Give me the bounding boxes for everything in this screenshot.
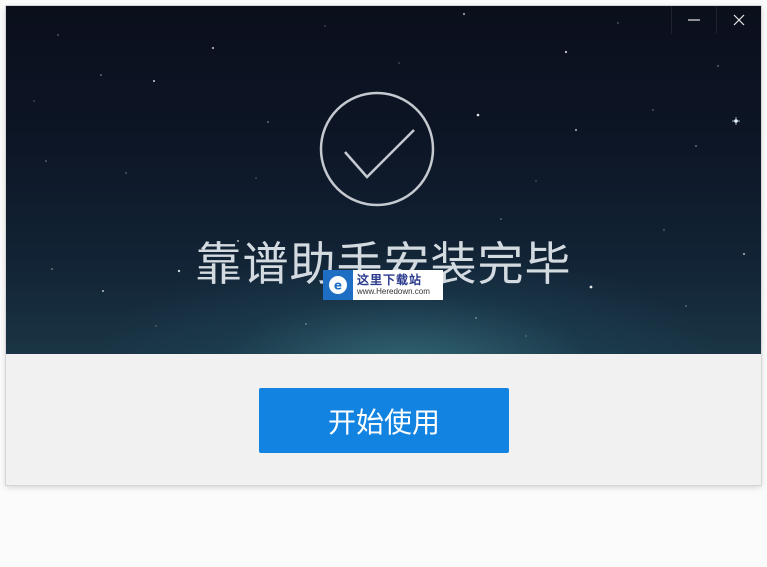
close-button[interactable]: [716, 6, 761, 34]
starfield-banner: 靠谱助手安装完毕 e 这里下载站 www.Heredown.com: [6, 6, 761, 354]
window-controls: [671, 6, 761, 34]
watermark-url: www.Heredown.com: [357, 287, 430, 296]
heredown-watermark: e 这里下载站 www.Heredown.com: [323, 270, 443, 300]
installer-window: 靠谱助手安装完毕 e 这里下载站 www.Heredown.com 开始使用: [6, 6, 761, 485]
minimize-button[interactable]: [671, 6, 716, 34]
svg-text:e: e: [334, 279, 342, 293]
heredown-logo-icon: e: [323, 270, 353, 300]
checkmark-circle-icon: [319, 91, 435, 207]
footer-panel: 开始使用: [6, 354, 761, 485]
start-using-button[interactable]: 开始使用: [259, 388, 509, 453]
close-icon: [733, 14, 745, 26]
minimize-icon: [688, 19, 700, 21]
watermark-name: 这里下载站: [357, 273, 423, 287]
